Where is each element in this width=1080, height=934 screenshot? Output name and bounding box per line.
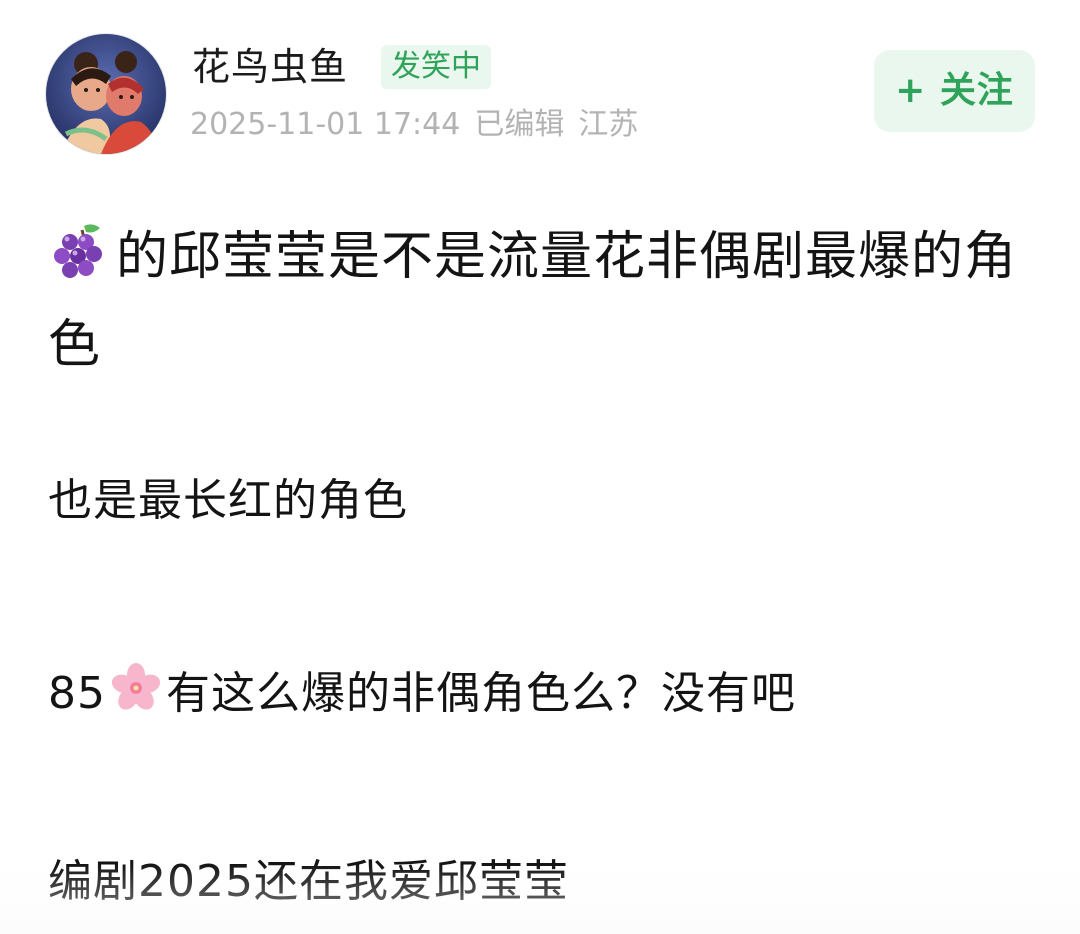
post-title: 的邱莹莹是不是流量花非偶剧最爆的角色 bbox=[48, 213, 1038, 389]
follow-button[interactable]: + 关注 bbox=[874, 50, 1035, 132]
post-location: 江苏 bbox=[578, 107, 639, 142]
post-page: 花鸟虫鱼 发笑中 2025-11-01 17:44 已编辑 江苏 + 关注 的邱莹莹… bbox=[0, 0, 1080, 934]
edited-label: 已编辑 bbox=[474, 107, 565, 142]
paragraph-suffix: 有这么爆的非偶角色么？没有吧 bbox=[166, 668, 796, 719]
status-badge: 发笑中 bbox=[381, 45, 491, 89]
paragraph-prefix: 85 bbox=[48, 668, 106, 719]
post-paragraph: 也是最长红的角色 bbox=[48, 475, 408, 526]
username[interactable]: 花鸟虫鱼 bbox=[192, 42, 348, 92]
post-meta: 2025-11-01 17:44 已编辑 江苏 bbox=[190, 105, 652, 145]
avatar[interactable] bbox=[45, 33, 167, 155]
post-paragraph: 编剧2025还在我爱邱莹莹 bbox=[48, 856, 569, 907]
post-paragraph: 85 有这么爆的非偶角色么？没有吧 bbox=[48, 660, 796, 724]
post-timestamp: 2025-11-01 17:44 bbox=[190, 107, 461, 142]
cherry-blossom-icon bbox=[111, 663, 161, 710]
grape-icon bbox=[54, 224, 102, 278]
post-title-text: 的邱莹莹是不是流量花非偶剧最爆的角色 bbox=[48, 227, 1018, 375]
avatar-illustration-icon bbox=[46, 34, 166, 154]
